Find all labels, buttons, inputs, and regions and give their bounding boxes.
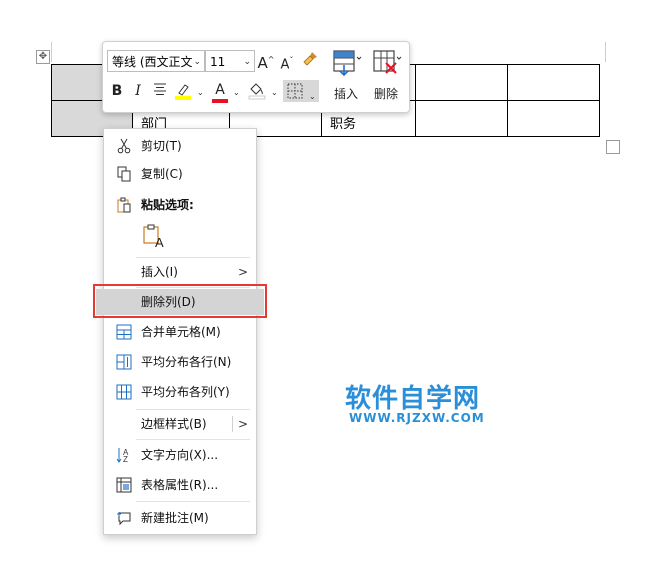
menu-separator	[136, 501, 250, 502]
menu-item-label: 平均分布各列(Y)	[141, 385, 230, 399]
menu-item-distribute-columns[interactable]: 平均分布各列(Y)	[104, 379, 256, 405]
borders-button[interactable]: ⌄	[283, 80, 319, 102]
table-cell[interactable]	[415, 100, 508, 137]
highlight-annotation-box	[93, 284, 267, 318]
svg-text:Z: Z	[123, 455, 128, 463]
scissors-icon	[117, 138, 131, 154]
menu-item-copy[interactable]: 复制(C)	[104, 161, 256, 187]
chevron-down-icon[interactable]: ⌄	[271, 88, 278, 97]
watermark-title: 软件自学网	[345, 384, 481, 414]
distribute-rows-icon	[116, 354, 132, 370]
chevron-down-icon[interactable]: ⌄	[233, 88, 240, 97]
table-resize-handle-icon[interactable]	[606, 140, 620, 154]
menu-item-table-properties[interactable]: 表格属性(R)...	[104, 472, 256, 498]
bold-button[interactable]: B	[109, 81, 125, 101]
menu-item-label: 合并单元格(M)	[141, 325, 221, 339]
font-name-select[interactable]: 等线 (西文正文 ⌄	[107, 50, 205, 72]
menu-item-label: 粘贴选项:	[141, 198, 194, 212]
font-color-button[interactable]: A	[211, 80, 229, 103]
menu-item-insert[interactable]: 插入(I) >	[104, 259, 256, 285]
table-move-handle-icon[interactable]: ✥	[36, 50, 50, 64]
menu-item-label: 平均分布各行(N)	[141, 355, 232, 369]
font-size-value: 11	[210, 55, 226, 69]
highlighter-icon	[175, 84, 191, 100]
format-painter-button[interactable]	[300, 50, 320, 74]
column-marker	[51, 42, 52, 62]
font-name-value: 等线 (西文正文	[112, 55, 193, 69]
copy-icon	[117, 166, 131, 182]
shrink-font-button[interactable]: Aˇ	[279, 51, 295, 75]
insert-table-icon	[333, 50, 362, 77]
menu-item-border-styles[interactable]: 边框样式(B) >	[104, 411, 256, 437]
chevron-right-icon[interactable]: >	[238, 411, 248, 437]
menu-item-merge-cells[interactable]: 合并单元格(M)	[104, 319, 256, 345]
font-color-letter: A	[215, 82, 225, 98]
menu-item-text-direction[interactable]: A Z 文字方向(X)...	[104, 442, 256, 468]
chevron-down-icon: ⌄	[243, 57, 251, 67]
menu-item-paste-options: 粘贴选项:	[104, 192, 256, 218]
chevron-down-icon: ⌄	[193, 57, 201, 67]
paste-keep-text-only-icon[interactable]: A	[142, 223, 166, 250]
paint-bucket-icon	[248, 83, 266, 100]
highlight-button[interactable]	[173, 81, 193, 107]
grow-font-button[interactable]: A^	[257, 50, 275, 73]
menu-item-distribute-rows[interactable]: 平均分布各行(N)	[104, 349, 256, 375]
merge-cells-icon	[116, 324, 132, 340]
chevron-down-icon: ⌄	[309, 92, 316, 101]
menu-item-label: 插入(I)	[141, 265, 178, 279]
insert-button[interactable]: 插入	[328, 47, 364, 107]
format-painter-icon	[303, 52, 317, 66]
menu-item-label: 新建批注(M)	[141, 511, 209, 525]
menu-item-cut[interactable]: 剪切(T)	[104, 133, 256, 159]
insert-label: 插入	[333, 87, 358, 101]
chevron-right-icon: >	[237, 265, 248, 279]
distribute-columns-icon	[116, 384, 132, 400]
mini-toolbar: 等线 (西文正文 ⌄ 11 ⌄ A^ Aˇ 插入 删除 B I ⌄ A ⌄ ⌄ …	[102, 41, 410, 113]
clipboard-icon	[117, 197, 131, 213]
font-color-bar	[212, 99, 228, 103]
menu-separator	[136, 439, 250, 440]
menu-item-label: 表格属性(R)...	[141, 478, 219, 492]
svg-text:A: A	[155, 235, 164, 249]
italic-button[interactable]: I	[131, 81, 145, 101]
delete-label: 删除	[373, 87, 398, 101]
watermark-url: WWW.RJZXW.COM	[349, 411, 485, 425]
menu-item-label: 复制(C)	[141, 167, 183, 181]
table-properties-icon	[116, 477, 132, 493]
menu-separator	[136, 409, 250, 410]
menu-item-new-comment[interactable]: 新建批注(M)	[104, 505, 256, 531]
menu-item-label: 剪切(T)	[141, 139, 182, 153]
align-center-icon	[154, 83, 166, 95]
text-direction-icon: A Z	[116, 448, 129, 463]
table-cell[interactable]	[507, 64, 600, 101]
menu-separator	[136, 257, 250, 258]
delete-button[interactable]: 删除	[368, 47, 404, 107]
menu-item-label: 边框样式(B)	[141, 417, 207, 431]
chevron-down-icon[interactable]: ⌄	[197, 88, 204, 97]
context-menu: 剪切(T) 复制(C) 粘贴选项: A 插入(I) > 删除列(D) 合并单元格…	[96, 128, 264, 535]
menu-item-label: 文字方向(X)...	[141, 448, 219, 462]
font-size-select[interactable]: 11 ⌄	[205, 50, 255, 72]
align-center-button[interactable]	[151, 81, 169, 103]
table-cell[interactable]	[415, 64, 508, 101]
column-marker	[605, 42, 606, 62]
split-divider	[232, 416, 233, 432]
table-cell[interactable]	[507, 100, 600, 137]
shading-button[interactable]	[247, 80, 267, 106]
new-comment-icon	[117, 512, 131, 526]
borders-icon	[287, 83, 303, 99]
delete-table-icon	[373, 50, 402, 74]
